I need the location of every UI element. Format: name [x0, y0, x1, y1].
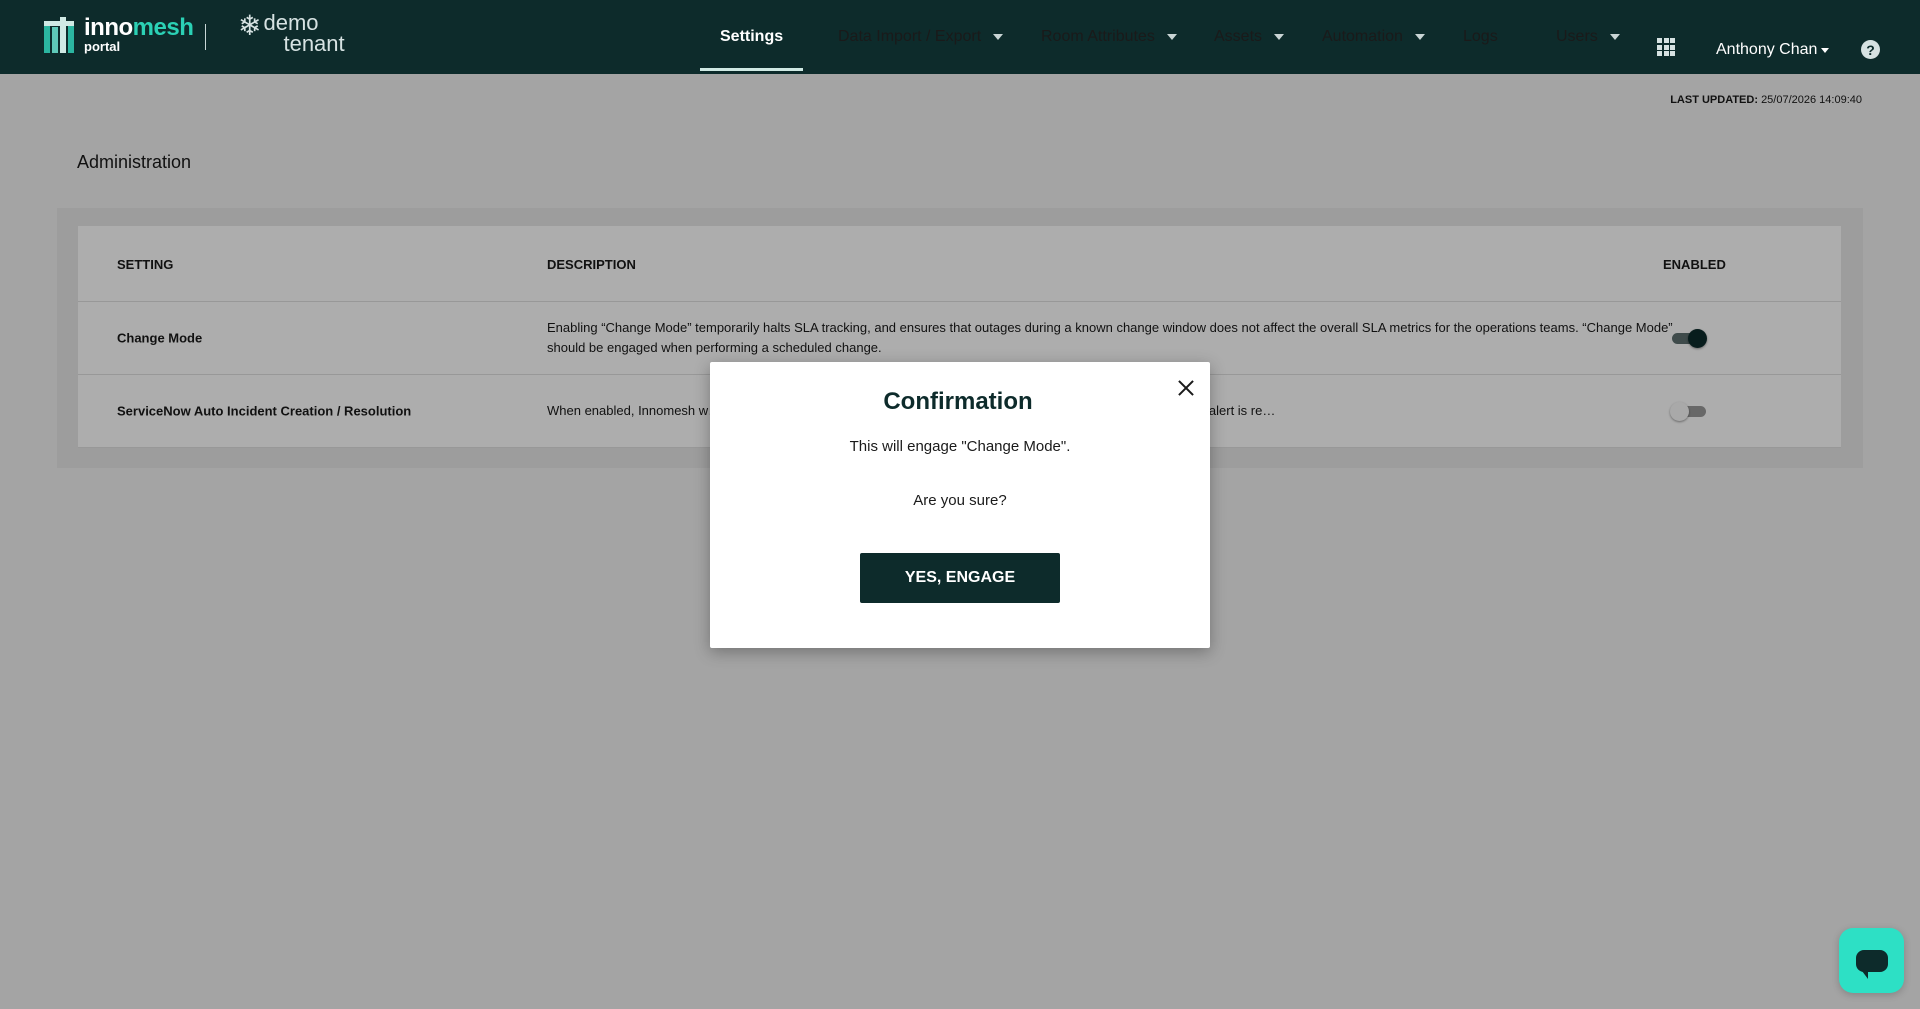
- nav-logs[interactable]: Logs: [1463, 0, 1498, 74]
- nav-assets[interactable]: Assets: [1214, 0, 1285, 74]
- brand-sub: portal: [84, 39, 121, 54]
- innomesh-logo-icon: [44, 16, 80, 53]
- user-menu[interactable]: Anthony Chan: [1716, 0, 1830, 74]
- chat-icon: [1855, 949, 1888, 979]
- dialog-question: Are you sure?: [913, 492, 1007, 509]
- apps-grid-icon[interactable]: [1657, 38, 1675, 56]
- snowflake-icon: ❄: [238, 10, 262, 41]
- nav-data-import-export[interactable]: Data Import / Export: [838, 0, 1004, 74]
- innomesh-logo[interactable]: innomesh portal: [44, 14, 194, 54]
- chevron-down-icon: [1821, 47, 1830, 53]
- chat-button[interactable]: [1839, 928, 1904, 993]
- user-name: Anthony Chan: [1716, 41, 1818, 58]
- dialog-message: This will engage "Change Mode".: [849, 438, 1071, 455]
- logo-divider: [205, 24, 206, 50]
- chevron-down-icon: [1166, 34, 1177, 40]
- tenant-line2: tenant: [283, 31, 345, 56]
- nav-users[interactable]: Users: [1556, 0, 1620, 74]
- brand-name: innomesh: [84, 14, 194, 41]
- nav-settings[interactable]: Settings: [699, 0, 804, 74]
- help-icon[interactable]: ?: [1861, 40, 1880, 59]
- chevron-down-icon: [993, 34, 1004, 40]
- chevron-down-icon: [1414, 34, 1425, 40]
- yes-engage-button[interactable]: YES, ENGAGE: [860, 553, 1060, 603]
- confirmation-dialog: Confirmation This will engage "Change Mo…: [710, 362, 1210, 648]
- nav-automation[interactable]: Automation: [1322, 0, 1425, 74]
- chevron-down-icon: [1274, 34, 1285, 40]
- tenant-logo: ❄ demo tenant: [238, 10, 345, 56]
- dialog-title: Confirmation: [883, 388, 1033, 415]
- nav-room-attributes[interactable]: Room Attributes: [1041, 0, 1177, 74]
- top-navbar: innomesh portal ❄ demo tenant Settings Da…: [0, 0, 1920, 74]
- chevron-down-icon: [1609, 34, 1620, 40]
